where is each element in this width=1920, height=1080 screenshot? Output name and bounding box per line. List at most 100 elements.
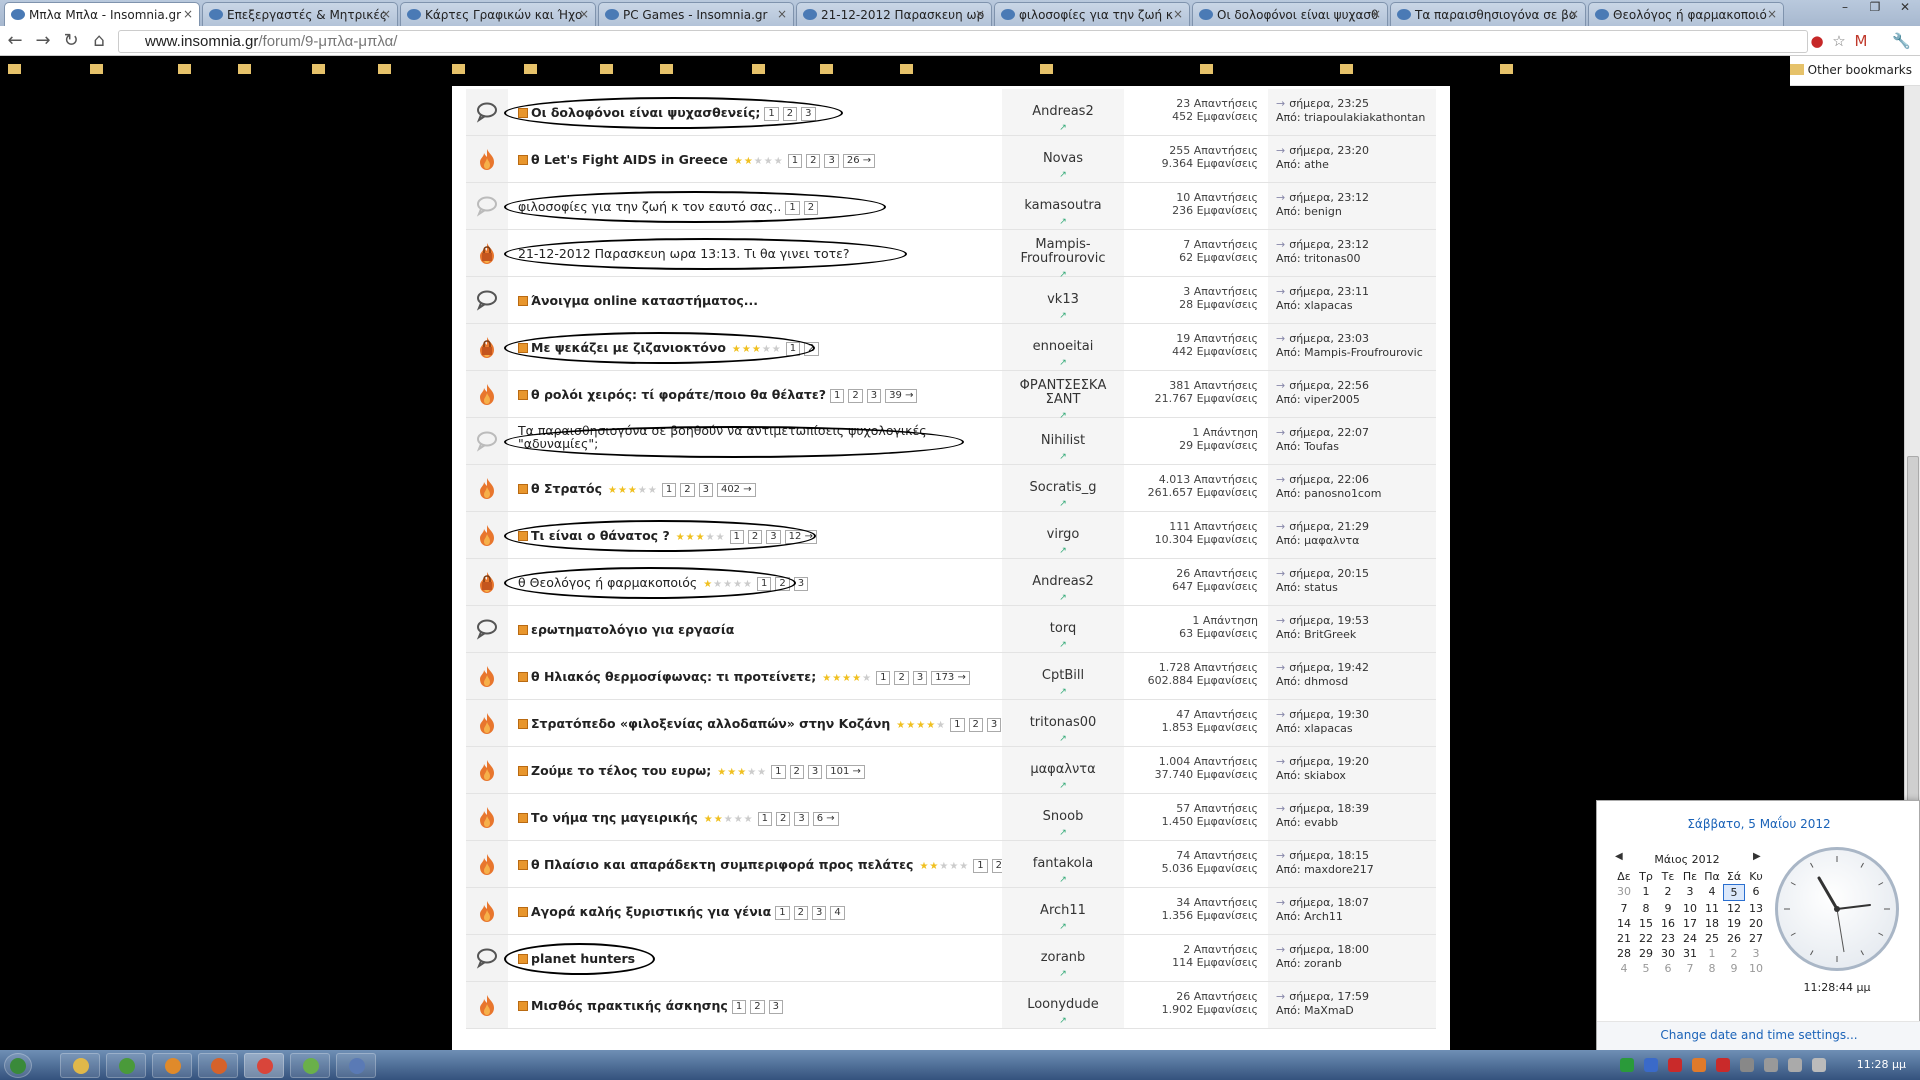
profile-link-icon[interactable]: ↗	[1059, 922, 1067, 932]
calendar-day[interactable]: 12	[1723, 901, 1745, 916]
tab-close-icon[interactable]: ×	[1371, 7, 1381, 21]
calendar-day[interactable]: 28	[1613, 946, 1635, 961]
table-row[interactable]: θ ρολόι χειρός: τί φοράτε/ποιο θα θέλατε…	[466, 371, 1436, 421]
last-post-author[interactable]: Από: Mampis-Froufrourovic	[1276, 346, 1436, 360]
chrome-icon[interactable]	[244, 1053, 284, 1078]
notepad-icon[interactable]	[336, 1053, 376, 1078]
last-post-time[interactable]: → σήμερα, 22:07	[1276, 426, 1436, 440]
thread-author-link[interactable]: Snoob	[1002, 809, 1124, 824]
last-post-time[interactable]: → σήμερα, 19:20	[1276, 755, 1436, 769]
new-post-marker-icon[interactable]	[518, 155, 528, 165]
thread-title-link[interactable]: Άνοιγμα online καταστήματος...	[531, 293, 758, 308]
table-row[interactable]: Οι δολοφόνοι είναι ψυχασθενείς; 1 2 3 Andrea…	[466, 89, 1436, 136]
last-post-author[interactable]: Από: Arch11	[1276, 910, 1436, 924]
calendar-day[interactable]: 26	[1723, 931, 1745, 946]
bookmark-item[interactable]	[1500, 63, 1517, 76]
profile-link-icon[interactable]: ↗	[1059, 217, 1067, 227]
table-row[interactable]: Τα παραισθησιογόνα σε βοηθούν να αντιμετ…	[466, 418, 1436, 465]
tab-0[interactable]: Μπλα Μπλα - Insomnia.gr ×	[4, 2, 200, 26]
calendar-day[interactable]: 3	[1745, 946, 1767, 961]
thread-title-link[interactable]: Στρατός	[544, 481, 602, 496]
page-link[interactable]: 1	[787, 154, 803, 168]
firefox-icon[interactable]	[198, 1053, 238, 1078]
adblock-icon[interactable]: ●	[1808, 32, 1826, 50]
app-icon[interactable]	[152, 1053, 192, 1078]
tray-volume-icon[interactable]	[1812, 1058, 1826, 1072]
table-row[interactable]: Άνοιγμα online καταστήματος... vk13 ↗ 3 Απ…	[466, 277, 1436, 324]
last-post-time[interactable]: → σήμερα, 19:42	[1276, 661, 1436, 675]
calendar-day[interactable]: 6	[1745, 884, 1767, 901]
last-post-author[interactable]: Από: status	[1276, 581, 1436, 595]
page-link[interactable]: 2	[793, 906, 808, 920]
profile-link-icon[interactable]: ↗	[1059, 969, 1067, 979]
calendar-day[interactable]: 2	[1657, 884, 1679, 901]
last-post-author[interactable]: Από: tritonas00	[1276, 252, 1436, 266]
last-post-time[interactable]: → σήμερα, 18:07	[1276, 896, 1436, 910]
last-post-arrow-icon[interactable]: →	[1276, 755, 1285, 768]
reload-icon[interactable]: ↻	[60, 30, 82, 52]
messenger-icon[interactable]	[290, 1053, 330, 1078]
tab-close-icon[interactable]: ×	[777, 7, 787, 21]
table-row[interactable]: Το νήμα της μαγειρικής ★★★★★ 1 2 3 6 → Snoob ↗…	[466, 794, 1436, 841]
page-link[interactable]: 2	[968, 718, 983, 732]
thread-author-link[interactable]: ΦΡΑΝΤΣΕΣΚΑ ΣΑΝΤ	[1002, 379, 1124, 407]
tab-3[interactable]: PC Games - Insomnia.gr ×	[598, 2, 794, 26]
tray-network-icon[interactable]	[1788, 1058, 1802, 1072]
calendar-day[interactable]: 2	[1723, 946, 1745, 961]
utorrent-icon[interactable]	[106, 1053, 146, 1078]
last-post-arrow-icon[interactable]: →	[1276, 990, 1285, 1003]
table-row[interactable]: θ Let's Fight AIDS in Greece ★★★★★ 1 2 3 26 →…	[466, 136, 1436, 183]
thread-author-link[interactable]: CptBill	[1002, 668, 1124, 683]
page-link[interactable]: 2	[806, 154, 821, 168]
new-post-marker-icon[interactable]	[518, 390, 528, 400]
address-input[interactable]: www.insomnia.gr/forum/9-μπλα-μπλα/	[118, 30, 1808, 53]
profile-link-icon[interactable]: ↗	[1059, 123, 1067, 133]
calendar-day[interactable]: 9	[1657, 901, 1679, 916]
calendar-day[interactable]: 13	[1745, 901, 1767, 916]
calendar-day[interactable]: 27	[1745, 931, 1767, 946]
calendar-day[interactable]: 20	[1745, 916, 1767, 931]
last-post-time[interactable]: → σήμερα, 17:59	[1276, 990, 1436, 1004]
profile-link-icon[interactable]: ↗	[1059, 781, 1067, 791]
tab-4[interactable]: 21-12-2012 Παρασκευη ωρ ×	[796, 2, 992, 26]
tab-close-icon[interactable]: ×	[381, 7, 391, 21]
calendar-day[interactable]: 15	[1635, 916, 1657, 931]
page-link[interactable]: 1	[876, 671, 891, 685]
last-post-author[interactable]: Από: viper2005	[1276, 393, 1436, 407]
table-row[interactable]: Αγορά καλής ξυριστικής για γένια 1 2 3 4 Arch…	[466, 888, 1436, 935]
thread-author-link[interactable]: ennoeitai	[1002, 339, 1124, 354]
new-post-marker-icon[interactable]	[518, 860, 528, 870]
restore-icon[interactable]: ❐	[1860, 0, 1890, 18]
last-post-arrow-icon[interactable]: →	[1276, 379, 1285, 392]
profile-link-icon[interactable]: ↗	[1059, 640, 1067, 650]
table-row[interactable]: Στρατόπεδο «φιλοξενίας αλλοδαπών» στην Κ…	[466, 700, 1436, 747]
thread-title-link[interactable]: ερωτηματολόγιο για εργασία	[531, 622, 734, 637]
page-link[interactable]: 1	[950, 718, 965, 732]
thread-author-link[interactable]: Socratis_g	[1002, 480, 1124, 495]
thread-author-link[interactable]: torq	[1002, 621, 1124, 636]
profile-link-icon[interactable]: ↗	[1059, 546, 1067, 556]
last-post-arrow-icon[interactable]: →	[1276, 332, 1285, 345]
last-post-author[interactable]: Από: triapoulakiakathontan	[1276, 111, 1436, 125]
scrollbar-thumb[interactable]	[1907, 456, 1919, 816]
profile-link-icon[interactable]: ↗	[1059, 311, 1067, 321]
table-row[interactable]: ερωτηματολόγιο για εργασία torq ↗ 1 Απάντη…	[466, 606, 1436, 653]
page-link[interactable]: 1	[731, 1000, 747, 1014]
bookmark-item[interactable]	[452, 63, 469, 76]
tab-2[interactable]: Κάρτες Γραφικών και Ήχο ×	[400, 2, 596, 26]
profile-link-icon[interactable]: ↗	[1059, 499, 1067, 509]
last-post-author[interactable]: Από: Toufas	[1276, 440, 1436, 454]
page-link[interactable]: 3	[824, 154, 839, 168]
page-link[interactable]: 2	[789, 765, 804, 779]
last-post-author[interactable]: Από: benign	[1276, 205, 1436, 219]
gmail-icon[interactable]: M	[1852, 32, 1870, 50]
last-post-time[interactable]: → σήμερα, 18:15	[1276, 849, 1436, 863]
calendar-day[interactable]: 7	[1679, 961, 1701, 976]
new-post-marker-icon[interactable]	[518, 719, 528, 729]
last-post-arrow-icon[interactable]: →	[1276, 896, 1285, 909]
tray-amd-icon[interactable]	[1716, 1058, 1730, 1072]
last-post-author[interactable]: Από: dhmosd	[1276, 675, 1436, 689]
tray-utorrent-icon[interactable]	[1620, 1058, 1634, 1072]
new-post-marker-icon[interactable]	[518, 1001, 528, 1011]
new-post-marker-icon[interactable]	[518, 813, 528, 823]
